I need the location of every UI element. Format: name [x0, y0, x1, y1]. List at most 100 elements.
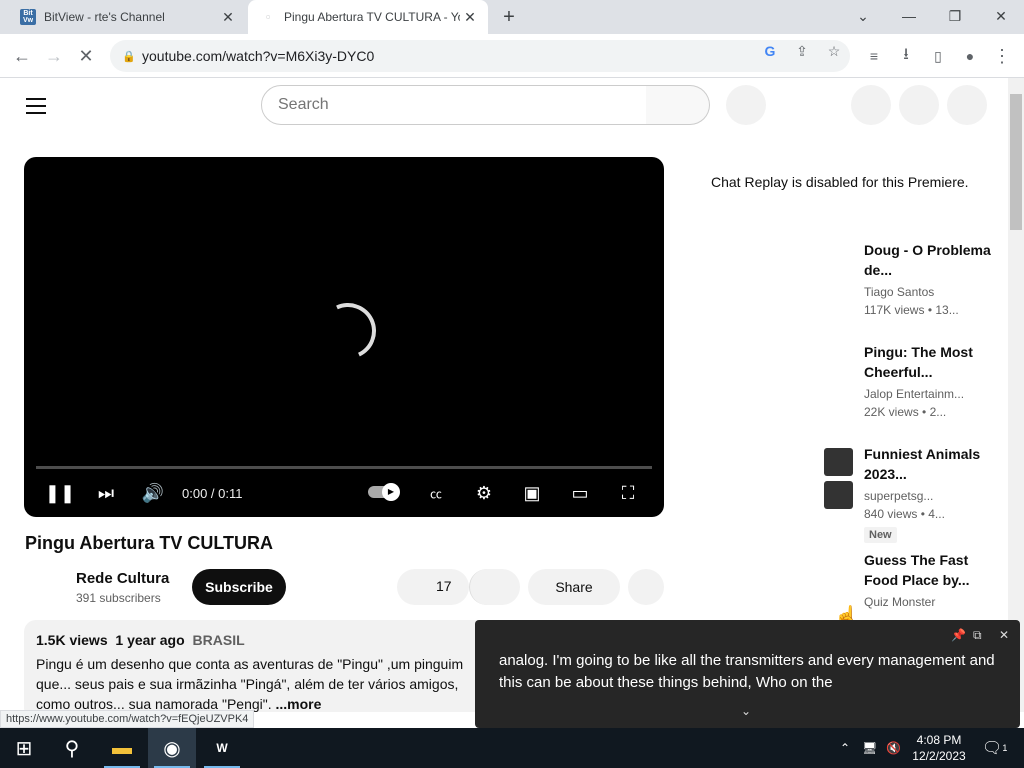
tab-youtube-active[interactable]: ◌ Pingu Abertura TV CULTURA - Yo ✕ [248, 0, 488, 34]
recommendation-item[interactable]: Guess The Fast Food Place by... Quiz Mon… [864, 550, 994, 609]
restore-icon[interactable]: ❐ [932, 0, 978, 32]
recommendation-item[interactable]: Pingu: The Most Cheerful... Jalop Entert… [864, 342, 994, 419]
back-icon[interactable]: ← [8, 42, 36, 70]
rec-channel: Jalop Entertainm... [864, 387, 965, 401]
account-avatar[interactable] [947, 85, 987, 125]
notification-center-icon[interactable]: 🗨 1 [982, 728, 1007, 768]
voice-search-button[interactable] [726, 85, 766, 125]
rec-title: Pingu: The Most Cheerful... [864, 344, 973, 380]
address-bar[interactable]: 🔒 youtube.com/watch?v=M6Xi3y-DYC0 [110, 40, 850, 72]
stop-loading-icon[interactable]: ✕ [72, 42, 100, 70]
loading-favicon-icon: ◌ [265, 13, 271, 21]
rec-age: 2... [929, 405, 947, 419]
country-tag[interactable]: BRASIL [193, 632, 245, 648]
clock-time: 4:08 PM [916, 733, 962, 747]
search-button[interactable] [646, 85, 710, 125]
share-icon[interactable]: ⇪ [791, 40, 813, 62]
more-menu-icon[interactable]: ⋮ [988, 42, 1016, 70]
fullscreen-icon[interactable]: ⛶ [614, 479, 642, 507]
rec-views: 117K views • 13... [864, 303, 959, 317]
chrome-icon[interactable]: ◉ [148, 728, 196, 768]
next-icon[interactable]: ⏭ [94, 479, 118, 507]
side-panel-icon[interactable]: ▯ [924, 42, 952, 70]
close-window-icon[interactable]: ✕ [978, 0, 1024, 32]
new-badge: New [864, 527, 897, 543]
channel-subscribers: 391 subscribers [76, 591, 161, 605]
page-scrollbar[interactable] [1008, 78, 1024, 712]
share-button[interactable]: Share [528, 569, 620, 605]
channel-name[interactable]: Rede Cultura [76, 570, 169, 587]
miniplayer-icon[interactable]: ▣ [518, 479, 546, 507]
loading-spinner-icon [312, 295, 384, 367]
theater-mode-icon[interactable]: ▭ [566, 479, 594, 507]
expand-chevron-icon[interactable]: ⌄ [741, 704, 751, 718]
progress-bar[interactable] [36, 466, 652, 469]
description-body: Pingu é um desenho que conta as aventura… [36, 656, 464, 712]
forward-icon[interactable]: → [40, 42, 68, 70]
create-button[interactable] [851, 85, 891, 125]
rec-age: 4... [928, 507, 945, 521]
youtube-page: ❚❚ ⏭ 🔊 0:00 / 0:11 ▶ ㏄ ⚙ ▣ ▭ ⛶ Pingu Abe… [0, 78, 1008, 712]
view-count: 1.5K views [36, 632, 108, 648]
system-clock[interactable]: 4:08 PM 12/2/2023 [906, 732, 972, 764]
dislike-button[interactable] [469, 569, 520, 605]
bitview-favicon-icon: Bit Vw [20, 9, 36, 25]
recommendation-item[interactable]: Doug - O Problema de... Tiago Santos 117… [864, 240, 994, 317]
app-w-icon[interactable]: W [198, 728, 246, 768]
description-text: Pingu é um desenho que conta as aventura… [36, 654, 496, 712]
close-tab-icon[interactable]: ✕ [218, 9, 238, 26]
like-button[interactable] [397, 569, 469, 605]
close-tab-icon[interactable]: ✕ [460, 9, 480, 26]
rec-title: Funniest Animals 2023... [864, 446, 981, 482]
rec-view-count: 840 views [864, 507, 918, 521]
pin-icon[interactable]: 📌 [951, 628, 966, 642]
minimize-icon[interactable]: — [886, 0, 932, 32]
network-icon[interactable]: 🖥 [862, 728, 877, 768]
volume-muted-icon[interactable]: 🔇 [886, 728, 901, 768]
subscribe-button[interactable]: Subscribe [192, 569, 286, 605]
close-caption-icon[interactable]: ✕ [999, 628, 1009, 642]
rec-channel: Tiago Santos [864, 285, 935, 299]
autoplay-toggle[interactable]: ▶ [368, 483, 400, 501]
start-windows-icon[interactable]: ⊞ [0, 728, 48, 768]
menu-icon[interactable] [26, 98, 46, 119]
scrollbar-thumb[interactable] [1010, 94, 1022, 230]
new-tab-icon[interactable]: + [498, 6, 520, 28]
pause-icon[interactable]: ❚❚ [45, 479, 75, 507]
clock-date: 12/2/2023 [912, 749, 966, 763]
tab-search-chevron-icon[interactable]: ⌄ [840, 0, 886, 32]
like-count: 17 [436, 578, 452, 594]
search-input[interactable] [261, 85, 647, 125]
volume-icon[interactable]: 🔊 [140, 479, 166, 507]
rec-views: 840 views • 4... [864, 507, 945, 521]
video-player[interactable]: ❚❚ ⏭ 🔊 0:00 / 0:11 ▶ ㏄ ⚙ ▣ ▭ ⛶ [24, 157, 664, 517]
profile-avatar-icon[interactable]: ● [956, 42, 984, 70]
notification-count: 1 [1002, 743, 1008, 753]
show-hidden-icons-icon[interactable]: ⌃ [840, 728, 850, 768]
more-link[interactable]: ...more [276, 696, 322, 712]
search-icon[interactable]: ⚲ [48, 728, 96, 768]
notifications-button[interactable] [899, 85, 939, 125]
rec-thumbnail[interactable] [824, 481, 853, 509]
rec-view-count: 117K views [864, 303, 925, 317]
rec-title: Doug - O Problema de... [864, 242, 991, 278]
recommendation-item[interactable]: Funniest Animals 2023... superpetsg... 8… [864, 444, 994, 543]
live-caption-panel: 📌 ⧉ ✕ analog. I'm going to be like all t… [475, 620, 1020, 728]
settings-gear-icon[interactable]: ⚙ [470, 479, 498, 507]
chat-replay-message: Chat Replay is disabled for this Premier… [711, 174, 969, 190]
rec-channel: Quiz Monster [864, 595, 936, 609]
tab-bitview[interactable]: Bit Vw BitView - rte's Channel ✕ [8, 0, 246, 34]
media-queue-icon[interactable]: ≡ [860, 42, 888, 70]
captions-icon[interactable]: ㏄ [422, 479, 450, 507]
more-actions-button[interactable] [628, 569, 664, 605]
browser-toolbar: ← → ✕ 🔒 youtube.com/watch?v=M6Xi3y-DYC0 … [0, 34, 1024, 78]
google-lens-icon[interactable]: G [759, 40, 781, 62]
file-explorer-icon[interactable]: ▬ [98, 728, 146, 768]
bookmark-star-icon[interactable]: ☆ [823, 40, 845, 62]
browser-tab-bar: Bit Vw BitView - rte's Channel ✕ ◌ Pingu … [0, 0, 1024, 34]
rec-thumbnail[interactable] [824, 448, 853, 476]
tab-title: Pingu Abertura TV CULTURA - Yo [284, 10, 460, 24]
open-window-icon[interactable]: ⧉ [973, 628, 982, 643]
download-icon[interactable]: ⭳ [892, 42, 920, 70]
rec-title: Guess The Fast Food Place by... [864, 552, 970, 588]
